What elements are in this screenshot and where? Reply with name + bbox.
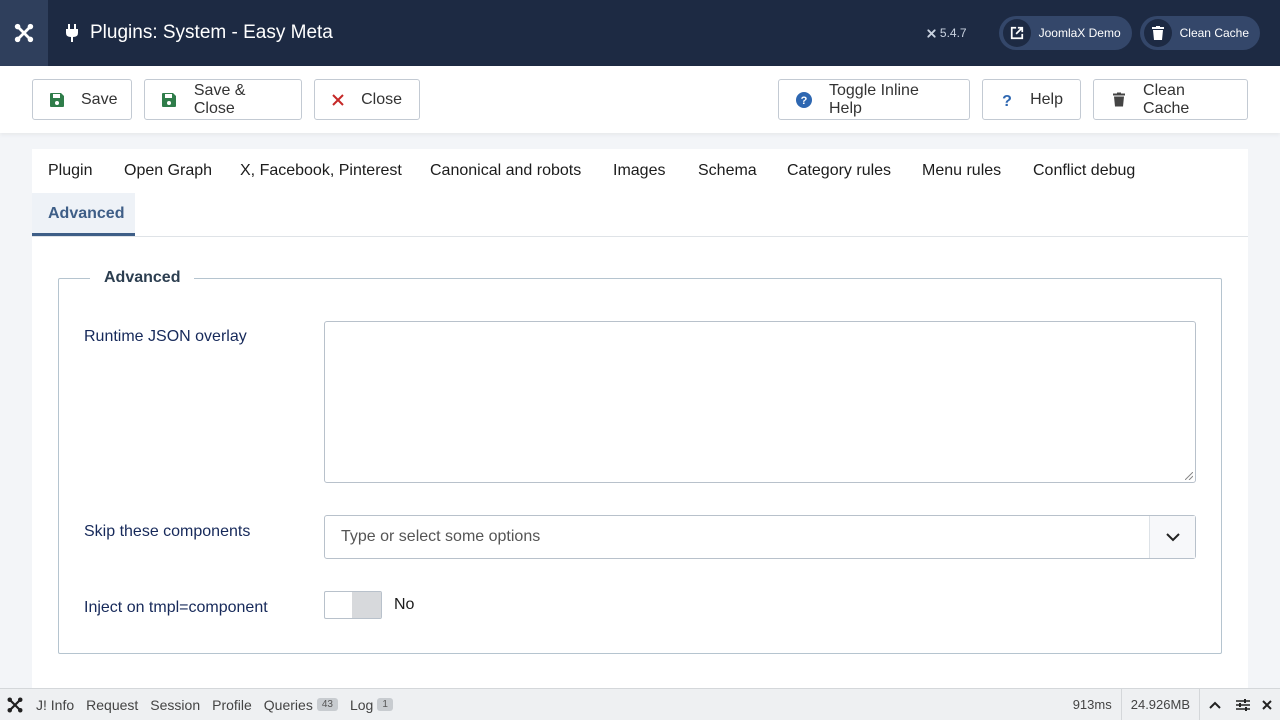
queries-count-badge: 43 [316,698,338,711]
tab-plugin[interactable]: Plugin [48,162,92,180]
queries-label: Queries [263,696,313,713]
save-close-label: Save & Close [193,81,246,117]
tab-bar: Plugin Open Graph X, Facebook, Pinterest… [32,149,1248,237]
tab-conflict-debug[interactable]: Conflict debug [1033,162,1135,180]
inject-tmpl-value: No [394,596,415,613]
tab-category-rules[interactable]: Category rules [787,162,891,180]
clean-cache-button[interactable]: Clean Cache [1093,79,1248,120]
log-label: Log [349,696,374,713]
trash-icon [1112,92,1125,107]
close-button[interactable]: Close [314,79,420,120]
save-close-button[interactable]: Save & Close [144,79,302,120]
tab-open-graph[interactable]: Open Graph [124,162,212,180]
page-title-area: Plugins: System - Easy Meta [64,22,333,44]
switch-knob [352,592,381,618]
active-tab-indicator [32,233,135,236]
skip-components-placeholder: Type or select some options [341,528,541,545]
save-label: Save [81,90,118,108]
toggle-inline-help-button[interactable]: ? Toggle Inline Help [778,79,970,120]
svg-text:?: ? [801,95,808,107]
log-count-badge: 1 [377,698,393,711]
debug-session-tab[interactable]: Session [150,697,200,713]
joomla-logo-icon [14,23,34,43]
close-label: Close [361,90,402,108]
close-icon [332,93,344,106]
trash-icon [1151,26,1164,40]
toggle-help-label: Toggle Inline Help [829,81,919,117]
help-button[interactable]: ? Help [982,79,1081,120]
debug-queries-tab[interactable]: Queries 43 [264,697,338,713]
memory-usage: 24.926MB [1120,689,1199,720]
site-preview-button[interactable]: JoomlaX Demo [998,16,1132,50]
header-clean-cache-button[interactable]: Clean Cache [1139,16,1260,50]
tab-social[interactable]: X, Facebook, Pinterest [240,162,402,180]
tab-menu-rules[interactable]: Menu rules [922,162,1001,180]
version-text: 5.4.7 [939,26,967,40]
tab-schema[interactable]: Schema [698,162,757,180]
help-label: Help [1030,90,1063,108]
page-title: Plugins: System - Easy Meta [90,22,333,43]
external-link-icon [1010,26,1023,40]
settings-sliders-icon[interactable] [1230,689,1256,720]
question-icon: ? [1002,93,1012,108]
debug-log-tab[interactable]: Log 1 [350,697,393,713]
tab-advanced[interactable]: Advanced [48,205,124,223]
save-button[interactable]: Save [32,79,132,120]
svg-text:?: ? [1002,93,1012,108]
resize-handle-icon[interactable] [1185,472,1193,480]
toolbar: Save Save & Close Close ? Toggle Inline … [0,66,1280,133]
site-button-label: JoomlaX Demo [1038,26,1121,40]
plugin-edit-card: Plugin Open Graph X, Facebook, Pinterest… [32,149,1248,709]
dropdown-toggle[interactable] [1149,516,1195,558]
question-circle-icon: ? [796,91,812,108]
request-time: 913ms [1072,697,1112,712]
skip-components-label: Skip these components [84,523,251,540]
chevron-down-icon [1165,532,1180,541]
fieldset-legend: Advanced [90,269,195,287]
joomla-version: 5.4.7 [926,26,967,40]
plug-icon [64,23,80,43]
joomla-logo-button[interactable] [0,0,48,66]
debug-bar: J! Info Request Session Profile Queries … [0,688,1280,720]
debug-profile-tab[interactable]: Profile [212,697,252,713]
debug-request-tab[interactable]: Request [86,697,138,713]
inject-tmpl-switch[interactable] [324,591,382,619]
save-icon [50,92,64,107]
runtime-json-label: Runtime JSON overlay [84,328,247,345]
runtime-json-textarea[interactable] [324,321,1196,483]
save-icon [162,92,177,107]
tab-images[interactable]: Images [613,162,665,180]
debug-info-tab[interactable]: J! Info [36,697,74,713]
cache-button-label: Clean Cache [1179,26,1249,40]
close-debug-icon[interactable] [1256,689,1280,720]
inject-tmpl-label: Inject on tmpl=component [84,599,268,616]
joomla-debug-icon[interactable] [6,696,24,714]
top-header: Plugins: System - Easy Meta 5.4.7 Joomla… [0,0,1280,66]
clean-cache-label: Clean Cache [1143,81,1190,117]
tab-canonical-robots[interactable]: Canonical and robots [430,162,581,180]
skip-components-select[interactable]: Type or select some options [324,515,1196,559]
chevron-up-icon[interactable] [1199,689,1230,720]
joomla-small-icon [927,28,936,38]
